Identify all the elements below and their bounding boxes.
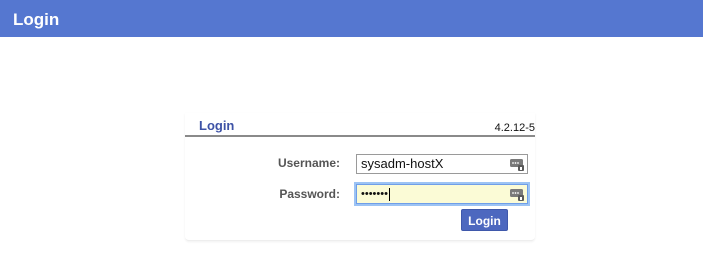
text-caret [388, 187, 390, 201]
password-value: ••••••• [361, 187, 390, 201]
password-label: Password: [279, 187, 340, 201]
username-field[interactable]: sysadm-hostX [356, 154, 528, 174]
version-label: 4.2.12-5 [494, 122, 535, 134]
password-field[interactable]: ••••••• [356, 184, 528, 204]
username-label: Username: [277, 156, 340, 170]
password-manager-key-icon[interactable] [510, 187, 524, 201]
password-manager-key-icon[interactable] [510, 157, 524, 171]
login-panel: Login 4.2.12-5 Username: sysadm-hostX Pa… [185, 113, 535, 241]
login-panel-header: Login 4.2.12-5 [185, 113, 535, 137]
password-masked-text: ••••••• [361, 188, 388, 200]
app-title: Login [13, 10, 60, 29]
top-bar: Login [0, 0, 703, 37]
login-button[interactable]: Login [461, 209, 508, 231]
login-panel-title: Login [199, 118, 235, 133]
username-value: sysadm-hostX [361, 156, 444, 171]
